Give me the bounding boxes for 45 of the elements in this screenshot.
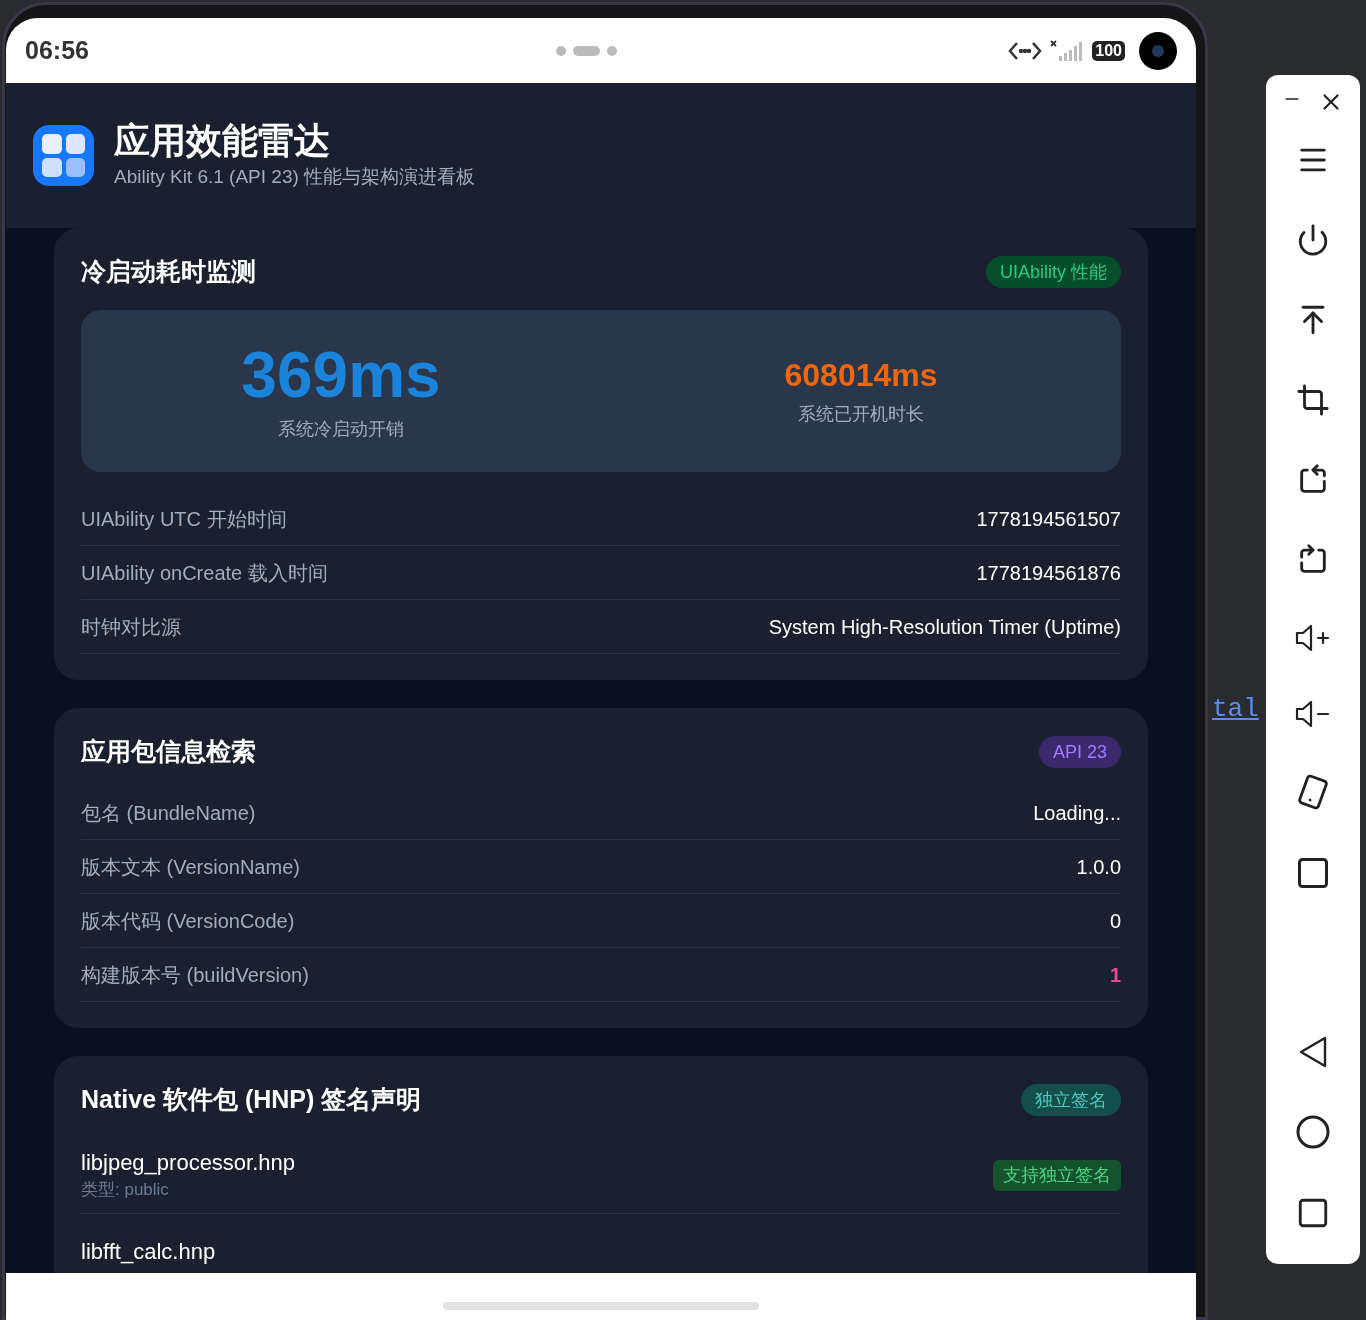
package-type: 类型: public bbox=[81, 1178, 170, 1201]
row-value: 0 bbox=[1109, 908, 1121, 934]
card-title: 冷启动耗时监测 bbox=[81, 256, 256, 288]
app-logo-icon bbox=[33, 125, 94, 186]
home-icon[interactable] bbox=[1295, 1114, 1331, 1150]
tag: 支持独立签名 bbox=[993, 1160, 1121, 1191]
row-label: 版本文本 (VersionName) bbox=[81, 854, 300, 880]
back-icon[interactable] bbox=[1298, 1036, 1328, 1068]
row-label: 构建版本号 (buildVersion) bbox=[81, 962, 309, 988]
row-value: 1.0.0 bbox=[1076, 854, 1121, 880]
metric-label: 系统冷启动开销 bbox=[278, 417, 404, 441]
row-value: 1778194561876 bbox=[976, 560, 1121, 586]
row-label: UIAbility onCreate 载入时间 bbox=[81, 560, 328, 586]
tag: UIAbility 性能 bbox=[986, 256, 1121, 288]
metric-value: 369ms bbox=[241, 339, 441, 410]
tablet-icon[interactable] bbox=[1295, 855, 1331, 891]
metric-label: 系统已开机时长 bbox=[798, 402, 924, 426]
row-label: 包名 (BundleName) bbox=[81, 800, 256, 826]
handle-icon bbox=[555, 44, 618, 57]
card-title: 应用包信息检索 bbox=[81, 736, 256, 768]
row-value: 1778194561507 bbox=[976, 506, 1121, 532]
card-title: Native 软件包 (HNP) 签名声明 bbox=[81, 1084, 422, 1116]
recents-icon[interactable] bbox=[1296, 1196, 1330, 1230]
app-title: 应用效能雷达 bbox=[114, 119, 331, 164]
tag: API 23 bbox=[1038, 736, 1121, 768]
row-label: 版本代码 (VersionCode) bbox=[81, 908, 295, 934]
package-name: libfft_calc.hnp bbox=[81, 1237, 216, 1266]
volume-down-icon[interactable] bbox=[1294, 699, 1332, 729]
crop-icon[interactable] bbox=[1296, 383, 1330, 417]
row-value: System High-Resolution Timer (Uptime) bbox=[768, 614, 1121, 640]
tag: 独立签名 bbox=[1021, 1084, 1121, 1116]
volume-up-icon[interactable] bbox=[1294, 623, 1332, 653]
row-value: Loading... bbox=[1033, 800, 1121, 826]
metric-value: 608014ms bbox=[784, 355, 938, 395]
power-icon[interactable] bbox=[1296, 223, 1330, 257]
battery-level: 100 bbox=[1092, 40, 1125, 61]
signal-icon bbox=[1050, 39, 1085, 62]
row-label: UIAbility UTC 开始时间 bbox=[81, 506, 287, 532]
camera-icon bbox=[1139, 31, 1177, 70]
package-name: libjpeg_processor.hnp bbox=[81, 1148, 296, 1177]
code-text: tal bbox=[1212, 693, 1260, 726]
app-subtitle: Ability Kit 6.1 (API 23) 性能与架构演进看板 bbox=[114, 165, 476, 190]
row-label: 时钟对比源 bbox=[81, 614, 181, 640]
clock: 06:56 bbox=[25, 34, 90, 66]
row-value: 1 bbox=[1109, 962, 1121, 988]
